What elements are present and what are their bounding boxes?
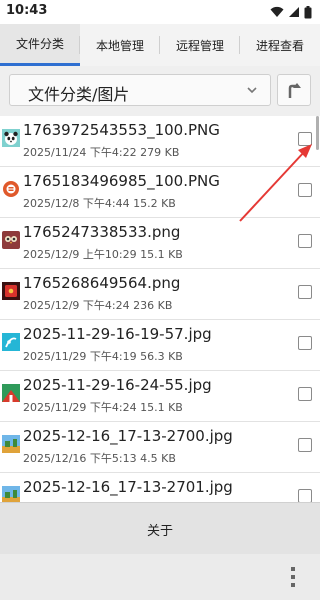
file-name: 2025-11-29-16-19-57.jpg — [23, 325, 212, 343]
status-icons — [270, 4, 312, 20]
file-row[interactable]: 2025-11-29-16-24-55.jpg 2025/11/29 下午4:2… — [0, 371, 320, 422]
file-row[interactable]: 1765247338533.png 2025/12/9 上午10:29 15.1… — [0, 218, 320, 269]
signal-icon — [289, 7, 299, 17]
file-meta: 2025/12/8 下午4:44 15.2 KB — [23, 197, 176, 210]
panda-thumbnail-icon — [2, 129, 20, 147]
tab-process-view[interactable]: 进程查看 — [240, 24, 320, 66]
tab-remote-manage[interactable]: 远程管理 — [160, 24, 240, 66]
tab-label: 文件分类 — [15, 37, 64, 51]
red-envelope-thumbnail-icon — [2, 282, 20, 300]
file-checkbox[interactable] — [298, 438, 312, 452]
file-checkbox[interactable] — [298, 234, 312, 248]
file-checkbox[interactable] — [298, 183, 312, 197]
current-path: 文件分类/图片 — [28, 85, 130, 104]
green-red-thumbnail-icon — [2, 384, 20, 402]
menu-dot — [291, 567, 295, 571]
about-label: 关于 — [146, 523, 173, 539]
tab-bar: 文件分类 本地管理 远程管理 进程查看 — [0, 24, 320, 67]
status-bar: 10:43 — [0, 0, 320, 24]
file-meta: 2025/12/16 下午5:13 4.5 KB — [23, 452, 176, 465]
file-meta: 2025/11/24 下午4:22 279 KB — [23, 146, 180, 159]
battery-icon — [304, 5, 312, 18]
about-button[interactable]: 关于 — [0, 502, 320, 555]
menu-dot — [291, 583, 295, 587]
scrollbar-thumb[interactable] — [316, 116, 319, 150]
file-checkbox[interactable] — [298, 285, 312, 299]
file-name: 2025-12-16_17-13-2700.jpg — [23, 427, 233, 445]
file-name: 1763972543553_100.PNG — [23, 121, 220, 139]
file-row[interactable]: 1765268649564.png 2025/12/9 下午4:24 236 K… — [0, 269, 320, 320]
orange-badge-thumbnail-icon — [2, 180, 20, 198]
file-checkbox[interactable] — [298, 336, 312, 350]
file-meta: 2025/11/29 下午4:24 15.1 KB — [23, 401, 183, 414]
cyan-thumbnail-icon — [2, 333, 20, 351]
landscape-thumbnail-icon — [2, 486, 20, 502]
file-name: 2025-11-29-16-24-55.jpg — [23, 376, 212, 394]
file-name: 1765247338533.png — [23, 223, 181, 241]
status-time: 10:43 — [6, 3, 48, 18]
wifi-icon — [270, 6, 284, 17]
file-row[interactable]: 1763972543553_100.PNG 2025/11/24 下午4:22 … — [0, 116, 320, 167]
file-row[interactable]: 2025-12-16_17-13-2701.jpg — [0, 473, 320, 502]
file-checkbox[interactable] — [298, 387, 312, 401]
file-row[interactable]: 2025-12-16_17-13-2700.jpg 2025/12/16 下午5… — [0, 422, 320, 473]
up-arrow-icon — [288, 83, 301, 98]
owl-thumbnail-icon — [2, 231, 20, 249]
file-name: 2025-12-16_17-13-2701.jpg — [23, 478, 233, 496]
path-bar: 文件分类/图片 — [0, 66, 320, 116]
file-name: 1765183496985_100.PNG — [23, 172, 220, 190]
file-row[interactable]: 2025-11-29-16-19-57.jpg 2025/11/29 下午4:1… — [0, 320, 320, 371]
file-checkbox[interactable] — [298, 489, 312, 502]
menu-dot — [291, 575, 295, 579]
file-meta: 2025/11/29 下午4:19 56.3 KB — [23, 350, 183, 363]
chevron-down-icon — [247, 87, 257, 94]
navigation-bar — [0, 554, 320, 600]
tab-file-category[interactable]: 文件分类 — [0, 24, 80, 66]
file-meta: 2025/12/9 下午4:24 236 KB — [23, 299, 173, 312]
path-dropdown[interactable]: 文件分类/图片 — [9, 74, 271, 106]
up-directory-button[interactable] — [277, 74, 311, 106]
landscape-thumbnail-icon — [2, 435, 20, 453]
file-meta: 2025/12/9 上午10:29 15.1 KB — [23, 248, 183, 261]
file-name: 1765268649564.png — [23, 274, 181, 292]
file-row[interactable]: 1765183496985_100.PNG 2025/12/8 下午4:44 1… — [0, 167, 320, 218]
tab-label: 远程管理 — [175, 38, 224, 53]
file-checkbox[interactable] — [298, 132, 312, 146]
overflow-menu-icon[interactable] — [288, 566, 298, 588]
tab-label: 进程查看 — [255, 38, 304, 53]
file-list[interactable]: 1763972543553_100.PNG 2025/11/24 下午4:22 … — [0, 116, 320, 502]
tab-label: 本地管理 — [95, 38, 144, 53]
tab-local-manage[interactable]: 本地管理 — [80, 24, 160, 66]
